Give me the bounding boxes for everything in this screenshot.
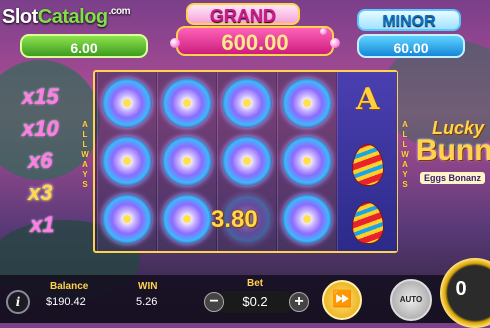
- multiplier-x3: x3: [28, 180, 53, 205]
- bet-value: $0.2: [216, 291, 294, 313]
- spin-counter: 0: [455, 278, 467, 300]
- info-button[interactable]: i: [6, 290, 30, 314]
- fast-forward-icon: ⏩: [332, 291, 352, 308]
- bet-label: Bet: [247, 278, 264, 289]
- game-logo: Lucky Bunn Eggs Bonanz: [410, 118, 490, 238]
- autoplay-label: AUTO: [399, 295, 423, 304]
- vortex-symbol: [162, 194, 212, 244]
- mini-jackpot-value: 6.00: [20, 34, 148, 58]
- letter-a-symbol: A: [356, 82, 380, 117]
- vortex-symbol: [102, 136, 152, 186]
- win-value: 5.26: [136, 296, 158, 308]
- balance-label: Balance: [50, 281, 89, 292]
- decrease-bet-button[interactable]: −: [204, 292, 224, 312]
- vortex-symbol: [162, 136, 212, 186]
- win-label: WIN: [138, 281, 158, 292]
- vortex-symbol: [282, 136, 332, 186]
- vortex-symbol: [102, 194, 152, 244]
- turbo-button[interactable]: ⏩: [322, 280, 362, 320]
- vortex-symbol: [162, 78, 212, 128]
- multiplier-x10: x10: [22, 116, 59, 141]
- brand-name-b: Catalog: [37, 6, 108, 28]
- vortex-symbol: [102, 78, 152, 128]
- minor-jackpot-value: 60.00: [357, 34, 465, 58]
- grand-jackpot-title: GRAND: [186, 3, 300, 26]
- vortex-symbol: [222, 136, 272, 186]
- multiplier-x15: x15: [22, 84, 59, 109]
- reel-1: [97, 72, 156, 251]
- multiplier-x1: x1: [30, 212, 55, 237]
- balance-value: $190.42: [46, 296, 86, 308]
- easter-egg-symbol: [352, 144, 384, 186]
- vortex-symbol: [222, 78, 272, 128]
- game-logo-bunny: Bunn: [416, 134, 490, 167]
- reel-4: [277, 72, 336, 251]
- vortex-symbol: [282, 194, 332, 244]
- multiplier-x6: x6: [28, 148, 53, 173]
- all-ways-label-left: ALLWAYS: [81, 120, 89, 189]
- reel-5: A: [337, 72, 397, 251]
- jewel-icon: [330, 38, 340, 48]
- line-win-amount: 3.80: [211, 206, 258, 233]
- grand-jackpot-value: 600.00: [176, 26, 334, 56]
- brand-name-a: Slot: [2, 6, 38, 28]
- easter-egg-symbol: [352, 202, 384, 244]
- vortex-symbol: [282, 78, 332, 128]
- reel-2: [157, 72, 216, 251]
- game-logo-subtitle: Eggs Bonanz: [420, 172, 486, 184]
- brand-suffix: .com: [108, 6, 131, 17]
- jewel-icon: [170, 38, 180, 48]
- slotcatalog-watermark: SlotCatalog.com: [2, 6, 130, 29]
- increase-bet-button[interactable]: +: [289, 292, 309, 312]
- jewel-icon: [320, 28, 327, 35]
- autoplay-button[interactable]: AUTO: [390, 279, 432, 321]
- minor-jackpot-title: MINOR: [357, 9, 461, 31]
- all-ways-label-right: ALLWAYS: [401, 120, 409, 189]
